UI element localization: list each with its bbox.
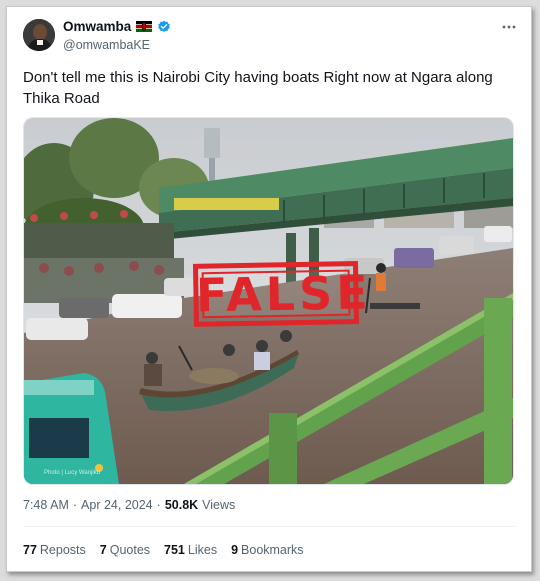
- quotes-count: 7: [99, 543, 107, 557]
- quotes-stat[interactable]: 7 Quotes: [100, 543, 150, 557]
- likes-label: Likes: [187, 543, 218, 557]
- reposts-label: Reposts: [39, 543, 86, 557]
- tweet-card: Omwamba @omwambaKE Don't tell me this is…: [6, 6, 532, 572]
- author-name-row: Omwamba: [63, 19, 171, 34]
- avatar-image: [23, 19, 55, 51]
- reposts-stat[interactable]: 77 Reposts: [23, 543, 86, 557]
- tweet-date[interactable]: Apr 24, 2024: [81, 498, 153, 512]
- verified-badge-icon: [158, 20, 171, 32]
- display-name[interactable]: Omwamba: [63, 19, 131, 34]
- false-stamp-label: FALSE: [195, 265, 373, 323]
- quotes-label: Quotes: [109, 543, 151, 557]
- meta-separator: ·: [72, 498, 78, 512]
- tweet-time[interactable]: 7:48 AM: [23, 498, 69, 512]
- views-label: Views: [202, 498, 236, 512]
- more-options-button[interactable]: [501, 19, 517, 40]
- meta-separator-2: ·: [156, 498, 161, 512]
- photo-watermark: Photo | Lucy Wanjiku: [44, 470, 101, 476]
- tweet-media-photo[interactable]: FALSE Photo | Lucy Wanjiku: [23, 117, 514, 485]
- bookmarks-stat[interactable]: 9 Bookmarks: [231, 543, 303, 557]
- likes-stat[interactable]: 751 Likes: [164, 543, 217, 557]
- likes-count: 751: [164, 543, 185, 557]
- bookmarks-label: Bookmarks: [241, 543, 304, 557]
- kenya-flag-icon: [136, 21, 153, 32]
- bookmarks-count: 9: [231, 543, 239, 557]
- tweet-text: Don't tell me this is Nairobi City havin…: [23, 69, 493, 107]
- more-horizontal-icon: [502, 25, 516, 29]
- tweet-meta: 7:48 AM · Apr 24, 2024 · 50.8K Views: [23, 498, 235, 512]
- avatar[interactable]: [23, 19, 55, 51]
- views-count[interactable]: 50.8K: [165, 498, 198, 512]
- reposts-count: 77: [23, 543, 37, 557]
- divider: [23, 526, 515, 527]
- engagement-stats: 77 Reposts 7 Quotes 751 Likes 9 Bookmarks: [23, 543, 304, 557]
- author-handle[interactable]: @omwambaKE: [63, 38, 150, 52]
